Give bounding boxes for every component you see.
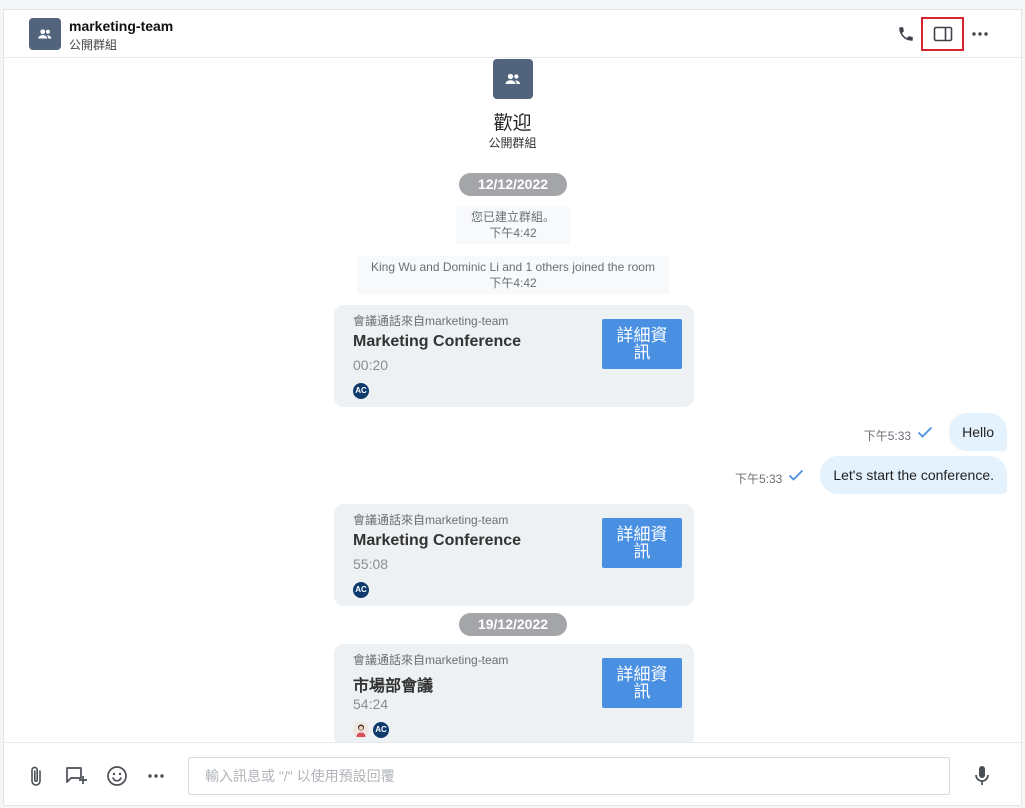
person-photo-icon — [356, 724, 366, 737]
outgoing-message: 下午5:33 Hello — [864, 413, 1007, 451]
check-icon — [917, 426, 933, 438]
system-message-text: King Wu and Dominic Li and 1 others join… — [371, 260, 655, 274]
welcome-title: 歡迎 — [493, 113, 532, 134]
discussion-icon — [66, 767, 87, 784]
more-horizontal-icon — [972, 32, 988, 36]
more-horizontal-icon — [148, 774, 164, 778]
call-title: Marketing Conference — [353, 333, 522, 350]
welcome-subtitle: 公開群組 — [488, 136, 537, 150]
call-details-button[interactable]: 詳細資訊 — [602, 658, 682, 708]
call-title: 市場部會議 — [353, 678, 434, 695]
system-message-text: 您已建立群組。 — [470, 210, 555, 224]
call-source: 會議通話來自marketing-team — [353, 653, 509, 667]
call-card: 會議通話來自marketing-team 市場部會議 54:24 詳細資訊 AC — [334, 644, 694, 742]
system-message: 您已建立群組。 下午4:42 — [456, 206, 570, 244]
create-discussion-button[interactable] — [63, 763, 89, 789]
outgoing-message: 下午5:33 Let's start the conference. — [735, 456, 1007, 494]
date-separator: 19/12/2022 — [459, 613, 567, 636]
call-card: 會議通話來自marketing-team Marketing Conferenc… — [334, 305, 694, 407]
system-message: King Wu and Dominic Li and 1 others join… — [357, 256, 669, 294]
call-card: 會議通話來自marketing-team Marketing Conferenc… — [334, 504, 694, 606]
participant-avatar[interactable]: AC — [373, 722, 389, 738]
system-message-time: 下午4:42 — [489, 226, 537, 240]
welcome-avatar — [493, 59, 533, 99]
participant-avatar[interactable]: AC — [353, 383, 369, 399]
room-type: 公開群組 — [69, 38, 118, 52]
record-audio-button[interactable] — [969, 763, 995, 789]
group-icon — [505, 73, 521, 84]
room-header: marketing-team 公開群組 — [4, 10, 1021, 58]
check-icon — [789, 469, 804, 481]
call-source: 會議通話來自marketing-team — [353, 314, 509, 328]
date-separator: 12/12/2022 — [459, 173, 567, 196]
participant-photo-avatar[interactable] — [353, 722, 369, 738]
side-panel-icon — [933, 26, 952, 42]
system-message-time: 下午4:42 — [489, 276, 537, 290]
message-time: 下午5:33 — [863, 428, 912, 443]
composer-more-button[interactable] — [143, 763, 169, 789]
message-input[interactable] — [188, 757, 950, 795]
call-participants: AC — [353, 722, 389, 740]
phone-icon — [899, 27, 913, 41]
call-details-button[interactable]: 詳細資訊 — [602, 518, 682, 568]
emoji-button[interactable] — [104, 763, 130, 789]
call-duration: 00:20 — [353, 357, 389, 373]
toggle-side-panel-button[interactable] — [921, 17, 964, 51]
chat-window: marketing-team 公開群組 歡迎 公開群組 12/12/2022 您… — [3, 9, 1022, 806]
call-participants: AC — [353, 582, 369, 600]
call-source: 會議通話來自marketing-team — [353, 513, 509, 527]
call-participants: AC — [353, 383, 369, 401]
group-icon — [38, 29, 52, 39]
message-composer — [4, 742, 1021, 805]
message-bubble[interactable]: Let's start the conference. — [820, 456, 1007, 494]
participant-avatar[interactable]: AC — [353, 582, 369, 598]
call-button[interactable] — [890, 18, 922, 50]
call-duration: 55:08 — [353, 556, 389, 572]
microphone-icon — [975, 766, 989, 785]
message-list[interactable]: 歡迎 公開群組 12/12/2022 您已建立群組。 下午4:42 King W… — [4, 59, 1021, 742]
call-title: Marketing Conference — [353, 532, 522, 549]
attach-button[interactable] — [23, 763, 49, 789]
message-time: 下午5:33 — [734, 471, 783, 486]
emoji-icon — [107, 766, 127, 786]
paperclip-icon — [31, 766, 41, 786]
room-avatar[interactable] — [29, 18, 61, 50]
room-title[interactable]: marketing-team — [69, 18, 173, 34]
call-duration: 54:24 — [353, 696, 389, 712]
more-options-button[interactable] — [964, 18, 996, 50]
message-bubble[interactable]: Hello — [949, 413, 1007, 451]
call-details-button[interactable]: 詳細資訊 — [602, 319, 682, 369]
